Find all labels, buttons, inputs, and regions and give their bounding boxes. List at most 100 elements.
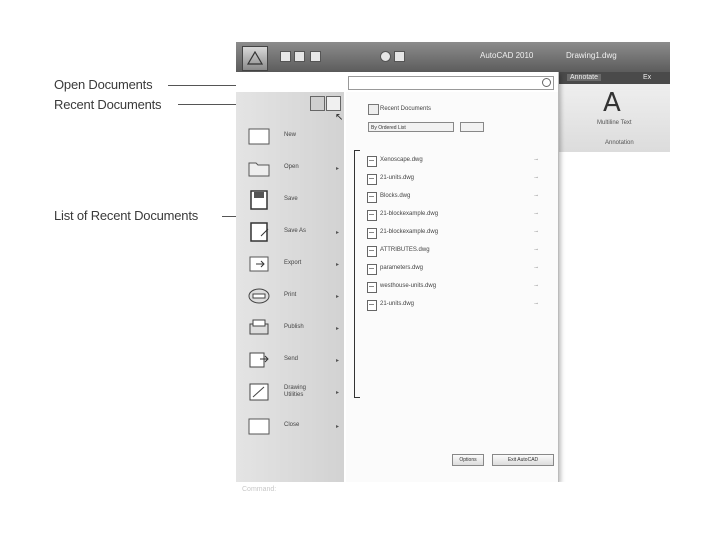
submenu-arrow-icon: ▸ — [336, 358, 340, 364]
recent-document-item[interactable]: parameters.dwg ⊸ — [364, 262, 544, 276]
recent-document-item[interactable]: 21-units.dwg ⊸ — [364, 298, 544, 312]
recent-document-name: parameters.dwg — [380, 265, 424, 271]
submenu-arrow-icon: ▸ — [336, 262, 340, 268]
dwg-file-icon — [367, 282, 377, 293]
dwg-file-icon — [367, 264, 377, 275]
ribbon-tabs: Annotate Ex — [547, 72, 670, 84]
dwg-file-icon — [367, 300, 377, 311]
recent-document-item[interactable]: westhouse-units.dwg ⊸ — [364, 280, 544, 294]
recent-document-item[interactable]: Blocks.dwg ⊸ — [364, 190, 544, 204]
dwg-file-icon — [367, 228, 377, 239]
multiline-text-icon[interactable]: A — [603, 88, 621, 118]
order-by-select[interactable]: By Ordered List — [368, 122, 454, 132]
pin-icon[interactable]: ⊸ — [534, 157, 538, 163]
dwg-file-icon — [367, 246, 377, 257]
submenu-arrow-icon: ▸ — [336, 326, 340, 332]
export-icon — [249, 256, 269, 272]
recent-document-item[interactable]: 21-blockexample.dwg ⊸ — [364, 226, 544, 240]
menu-item-drawing-utilities[interactable]: Drawing Utilities ▸ — [244, 380, 340, 408]
menu-item-close[interactable]: Close ▸ — [244, 414, 340, 442]
menu-item-label: Drawing Utilities — [284, 385, 307, 398]
dwg-file-icon — [367, 210, 377, 221]
pin-icon[interactable]: ⊸ — [534, 283, 538, 289]
printer-icon — [248, 288, 270, 304]
menu-item-label: New — [284, 132, 297, 138]
menu-item-new[interactable]: New — [244, 124, 340, 152]
save-qa-icon[interactable] — [310, 51, 321, 62]
dwg-file-icon — [367, 192, 377, 203]
menu-item-label: Send — [284, 356, 299, 362]
callout-open-documents: Open Documents — [54, 77, 153, 92]
recent-document-name: 21-blockexample.dwg — [380, 211, 439, 217]
exit-autocad-button[interactable]: Exit AutoCAD — [492, 454, 554, 466]
application-menu: ↖ New Open ▸ Save Save As ▸ Export ▸ Pri… — [236, 72, 559, 482]
drawing-title: Drawing1.dwg — [566, 51, 617, 60]
open-qa-icon[interactable] — [294, 51, 305, 62]
submenu-arrow-icon: ▸ — [336, 166, 340, 172]
menu-item-label: Print — [284, 292, 297, 298]
pin-icon[interactable]: ⊸ — [534, 193, 538, 199]
recent-documents-title: Recent Documents — [380, 106, 432, 112]
recent-documents-button[interactable] — [326, 96, 341, 111]
dwg-file-icon — [367, 174, 377, 185]
menu-left-pane: ↖ New Open ▸ Save Save As ▸ Export ▸ Pri… — [236, 92, 344, 482]
application-menu-button[interactable] — [242, 46, 268, 71]
new-qa-icon[interactable] — [280, 51, 291, 62]
recent-document-name: 21-blockexample.dwg — [380, 229, 439, 235]
recent-document-item[interactable]: 21-blockexample.dwg ⊸ — [364, 208, 544, 222]
recent-document-name: 21-units.dwg — [380, 301, 415, 307]
multiline-text-label: Multiline Text — [597, 120, 632, 126]
recent-document-item[interactable]: Xenoscape.dwg ⊸ — [364, 154, 544, 168]
menu-item-open[interactable]: Open ▸ — [244, 156, 340, 184]
recent-document-name: 21-units.dwg — [380, 175, 415, 181]
close-folder-icon — [248, 418, 270, 435]
menu-item-publish[interactable]: Publish ▸ — [244, 316, 340, 344]
menu-item-label: Close — [284, 422, 300, 428]
pin-icon[interactable]: ⊸ — [534, 229, 538, 235]
recent-documents-pane: Recent Documents By Ordered List Xenosca… — [346, 92, 558, 482]
submenu-arrow-icon: ▸ — [336, 390, 340, 396]
pin-icon[interactable]: ⊸ — [534, 265, 538, 271]
view-icons-select[interactable] — [460, 122, 484, 132]
options-button[interactable]: Options — [452, 454, 484, 466]
recent-document-name: ATTRIBUTES.dwg — [380, 247, 430, 253]
autocad-window: AutoCAD 2010 Drawing1.dwg Annotate Ex A … — [236, 42, 670, 482]
command-line-text: Command: — [242, 486, 277, 493]
publish-icon — [249, 319, 269, 335]
menu-item-save[interactable]: Save — [244, 188, 340, 216]
dropdown-qa-icon[interactable] — [394, 51, 405, 62]
pin-icon[interactable]: ⊸ — [534, 301, 538, 307]
tab-express[interactable]: Ex — [643, 74, 651, 81]
pin-icon[interactable]: ⊸ — [534, 211, 538, 217]
open-documents-button[interactable] — [310, 96, 325, 111]
send-icon — [249, 352, 269, 368]
title-bar: AutoCAD 2010 Drawing1.dwg — [236, 42, 670, 72]
menu-item-save-as[interactable]: Save As ▸ — [244, 220, 340, 248]
mouse-cursor-icon: ↖ — [335, 112, 344, 123]
ribbon: Annotate Ex A Multiline Text Annotation — [546, 72, 670, 152]
save-as-icon — [250, 222, 269, 242]
recent-document-name: Xenoscape.dwg — [380, 157, 423, 163]
menu-item-label: Publish — [284, 324, 304, 330]
submenu-arrow-icon: ▸ — [336, 230, 340, 236]
recent-document-name: westhouse-units.dwg — [380, 283, 437, 289]
search-input[interactable] — [348, 76, 554, 90]
open-folder-icon — [248, 162, 270, 177]
callout-list-recent-documents: List of Recent Documents — [54, 208, 199, 223]
menu-item-label: Open — [284, 164, 299, 170]
menu-item-label: Save — [284, 196, 298, 202]
submenu-arrow-icon: ▸ — [336, 424, 340, 430]
recent-list-bracket — [354, 150, 360, 398]
pin-icon[interactable]: ⊸ — [534, 175, 538, 181]
recent-document-name: Blocks.dwg — [380, 193, 411, 199]
menu-item-send[interactable]: Send ▸ — [244, 348, 340, 376]
search-icon — [542, 78, 551, 87]
new-icon — [248, 128, 270, 145]
workspace-qa-icon[interactable] — [380, 51, 391, 62]
recent-document-item[interactable]: ATTRIBUTES.dwg ⊸ — [364, 244, 544, 258]
tab-annotate[interactable]: Annotate — [567, 74, 602, 81]
menu-item-print[interactable]: Print ▸ — [244, 284, 340, 312]
pin-icon[interactable]: ⊸ — [534, 247, 538, 253]
menu-item-export[interactable]: Export ▸ — [244, 252, 340, 280]
recent-document-item[interactable]: 21-units.dwg ⊸ — [364, 172, 544, 186]
